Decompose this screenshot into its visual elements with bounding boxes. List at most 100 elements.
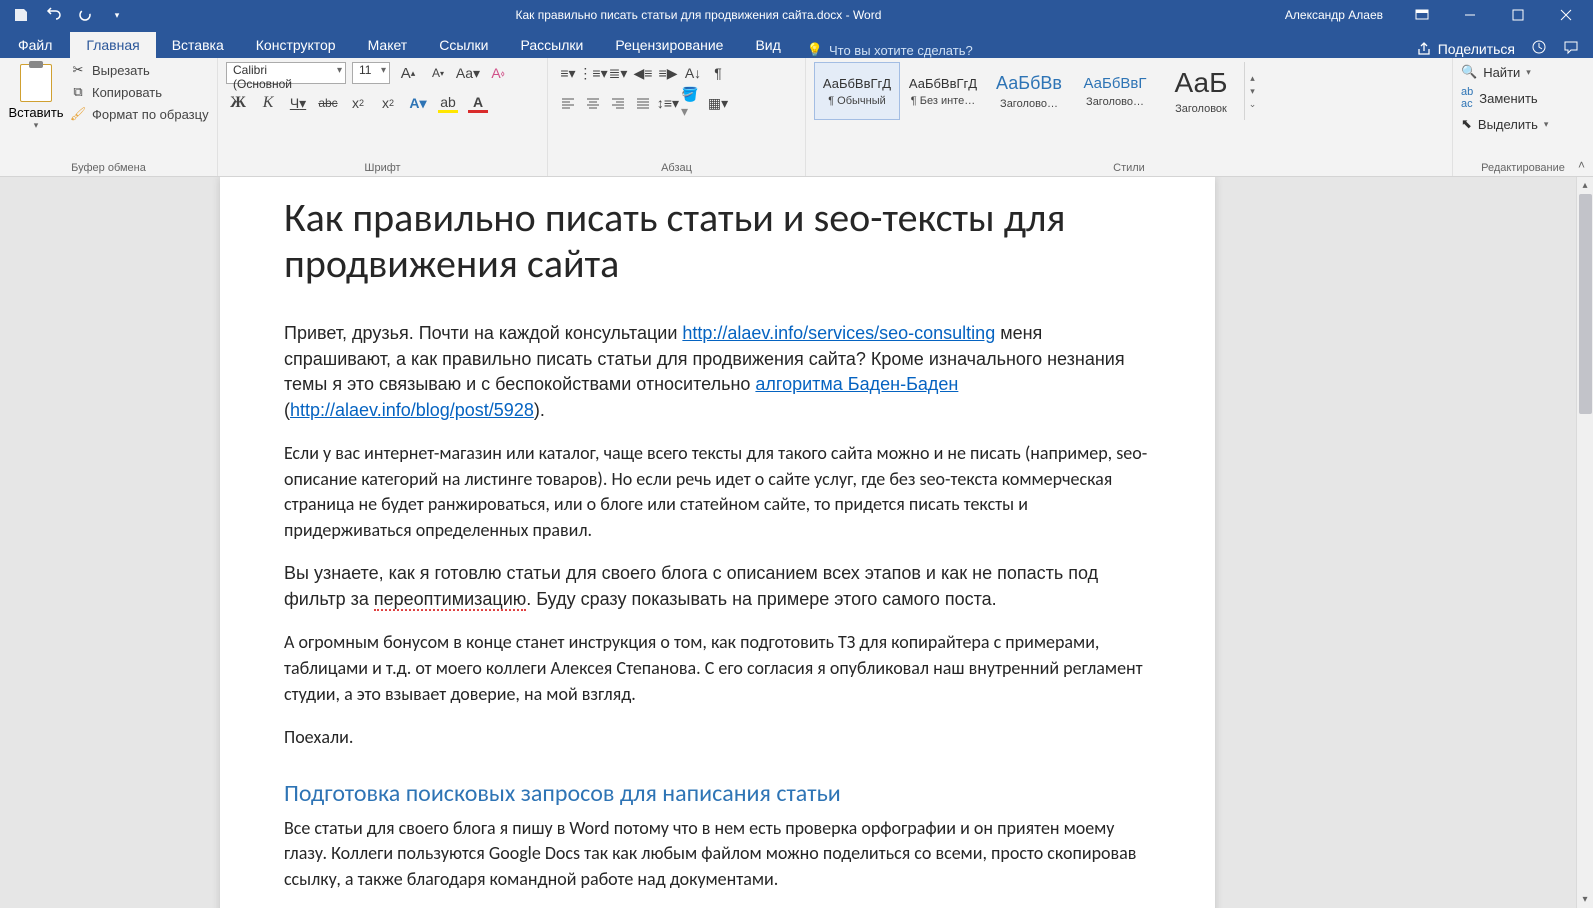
tell-me-search[interactable]: 💡 Что вы хотите сделать? [807, 42, 973, 58]
numbering-button[interactable]: ⋮≡▾ [581, 62, 605, 84]
font-name-combo[interactable]: Calibri (Основной [226, 62, 346, 84]
doc-para-3: Вы узнаете, как я готовлю статьи для сво… [284, 561, 1151, 612]
italic-button[interactable]: К [256, 92, 280, 114]
tab-home[interactable]: Главная [70, 32, 155, 58]
format-painter-button[interactable]: 🖌Формат по образцу [70, 106, 209, 122]
minimize-icon[interactable] [1447, 0, 1493, 30]
qat-more-icon[interactable]: ▾ [108, 6, 126, 24]
doc-name: Как правильно писать статьи для продвиже… [516, 8, 843, 22]
borders-button[interactable]: ▦▾ [706, 92, 730, 114]
brush-icon: 🖌 [70, 106, 86, 122]
window-title: Как правильно писать статьи для продвиже… [126, 8, 1271, 22]
align-center-button[interactable] [581, 92, 605, 114]
clear-format-button[interactable]: A⬫ [486, 62, 510, 84]
replace-button[interactable]: abacЗаменить [1461, 86, 1548, 110]
scroll-up-icon[interactable]: ▴ [1577, 177, 1593, 194]
multilevel-button[interactable]: ≣▾ [606, 62, 630, 84]
font-color-button[interactable]: A [466, 92, 490, 114]
vertical-scrollbar[interactable]: ▴ ▾ [1576, 177, 1593, 908]
tab-file[interactable]: Файл [0, 32, 70, 58]
undo-icon[interactable] [44, 6, 62, 24]
align-right-button[interactable] [606, 92, 630, 114]
style-nospacing[interactable]: АаБбВвГгД¶ Без инте… [900, 62, 986, 120]
style-heading1[interactable]: АаБбВвЗаголово… [986, 62, 1072, 120]
group-styles: АаБбВвГгД¶ Обычный АаБбВвГгД¶ Без инте… … [806, 58, 1453, 176]
history-icon[interactable] [1531, 39, 1547, 58]
copy-icon: ⧉ [70, 84, 86, 100]
tab-mailings[interactable]: Рассылки [505, 32, 600, 58]
ribbon-display-icon[interactable] [1399, 0, 1445, 30]
replace-icon: abac [1461, 86, 1473, 110]
tab-insert[interactable]: Вставка [156, 32, 240, 58]
bulb-icon: 💡 [807, 42, 823, 58]
show-marks-button[interactable]: ¶ [706, 62, 730, 84]
group-clipboard: Вставить ▾ ✂Вырезать ⧉Копировать 🖌Формат… [0, 58, 218, 176]
style-gallery-more[interactable]: ▴▾⌄ [1244, 62, 1260, 120]
close-icon[interactable] [1543, 0, 1589, 30]
style-heading2[interactable]: АаБбВвГЗаголово… [1072, 62, 1158, 120]
group-label-clipboard: Буфер обмена [8, 160, 209, 176]
cut-button[interactable]: ✂Вырезать [70, 62, 209, 78]
cursor-icon: ⬉ [1461, 116, 1472, 132]
scroll-down-icon[interactable]: ▾ [1577, 891, 1593, 908]
feedback-icon[interactable] [1563, 39, 1579, 58]
doc-subheading: Подготовка поисковых запросов для написа… [284, 779, 1151, 808]
ribbon-tabs: Файл Главная Вставка Конструктор Макет С… [0, 30, 1593, 58]
maximize-icon[interactable] [1495, 0, 1541, 30]
chevron-more-icon: ⌄ [1249, 99, 1257, 110]
grow-font-button[interactable]: A▴ [396, 62, 420, 84]
line-spacing-button[interactable]: ↕≡▾ [656, 92, 680, 114]
tab-design[interactable]: Конструктор [240, 32, 352, 58]
group-editing: 🔍Найти▾ abacЗаменить ⬉Выделить▾ Редактир… [1453, 58, 1593, 176]
paste-button[interactable]: Вставить ▾ [8, 62, 64, 131]
style-normal[interactable]: АаБбВвГгД¶ Обычный [814, 62, 900, 120]
ribbon-collapse-icon[interactable]: ˄ [1578, 158, 1585, 172]
group-label-font: Шрифт [226, 160, 539, 176]
link-consulting[interactable]: http://alaev.info/services/seo-consultin… [682, 323, 995, 343]
chevron-up-icon: ▴ [1250, 73, 1255, 84]
superscript-button[interactable]: x2 [376, 92, 400, 114]
tab-layout[interactable]: Макет [352, 32, 424, 58]
strike-button[interactable]: abc [316, 92, 340, 114]
sort-button[interactable]: A↓ [681, 62, 705, 84]
change-case-button[interactable]: Aa▾ [456, 62, 480, 84]
underline-button[interactable]: Ч▾ [286, 92, 310, 114]
quick-access-toolbar: ▾ [0, 6, 126, 24]
group-label-paragraph: Абзац [556, 160, 797, 176]
bullets-button[interactable]: ≡▾ [556, 62, 580, 84]
indent-decrease-button[interactable]: ◀≡ [631, 62, 655, 84]
scroll-thumb[interactable] [1579, 194, 1592, 414]
tab-references[interactable]: Ссылки [423, 32, 504, 58]
save-icon[interactable] [12, 6, 30, 24]
doc-para-5: Поехали. [284, 725, 1151, 751]
highlight-button[interactable]: ab [436, 92, 460, 114]
group-label-styles: Стили [814, 160, 1444, 176]
shading-button[interactable]: 🪣▾ [681, 92, 705, 114]
find-button[interactable]: 🔍Найти▾ [1461, 64, 1548, 80]
doc-para-1: Привет, друзья. Почти на каждой консульт… [284, 321, 1151, 423]
indent-increase-button[interactable]: ≡▶ [656, 62, 680, 84]
align-left-button[interactable] [556, 92, 580, 114]
doc-para-2: Если у вас интернет-магазин или каталог,… [284, 441, 1151, 543]
link-baden[interactable]: алгоритма Баден-Баден [755, 374, 958, 394]
shrink-font-button[interactable]: A▾ [426, 62, 450, 84]
tab-review[interactable]: Рецензирование [599, 32, 739, 58]
document-page[interactable]: Как правильно писать статьи и seo-тексты… [220, 177, 1215, 908]
copy-button[interactable]: ⧉Копировать [70, 84, 209, 100]
tab-view[interactable]: Вид [739, 32, 796, 58]
redo-icon[interactable] [76, 6, 94, 24]
select-button[interactable]: ⬉Выделить▾ [1461, 116, 1548, 132]
share-icon [1416, 41, 1432, 57]
font-size-combo[interactable]: 11 [352, 62, 390, 84]
title-right: Александр Алаев [1271, 0, 1593, 30]
doc-heading: Как правильно писать статьи и seo-тексты… [284, 195, 1151, 287]
group-font: Calibri (Основной 11 A▴ A▾ Aa▾ A⬫ Ж К Ч▾… [218, 58, 548, 176]
align-justify-button[interactable] [631, 92, 655, 114]
share-button[interactable]: Поделиться [1416, 41, 1515, 57]
text-effects-button[interactable]: A▾ [406, 92, 430, 114]
bold-button[interactable]: Ж [226, 92, 250, 114]
link-post5928[interactable]: http://alaev.info/blog/post/5928 [290, 400, 534, 420]
subscript-button[interactable]: x2 [346, 92, 370, 114]
style-title[interactable]: АаБЗаголовок [1158, 62, 1244, 120]
user-name[interactable]: Александр Алаев [1271, 8, 1397, 22]
